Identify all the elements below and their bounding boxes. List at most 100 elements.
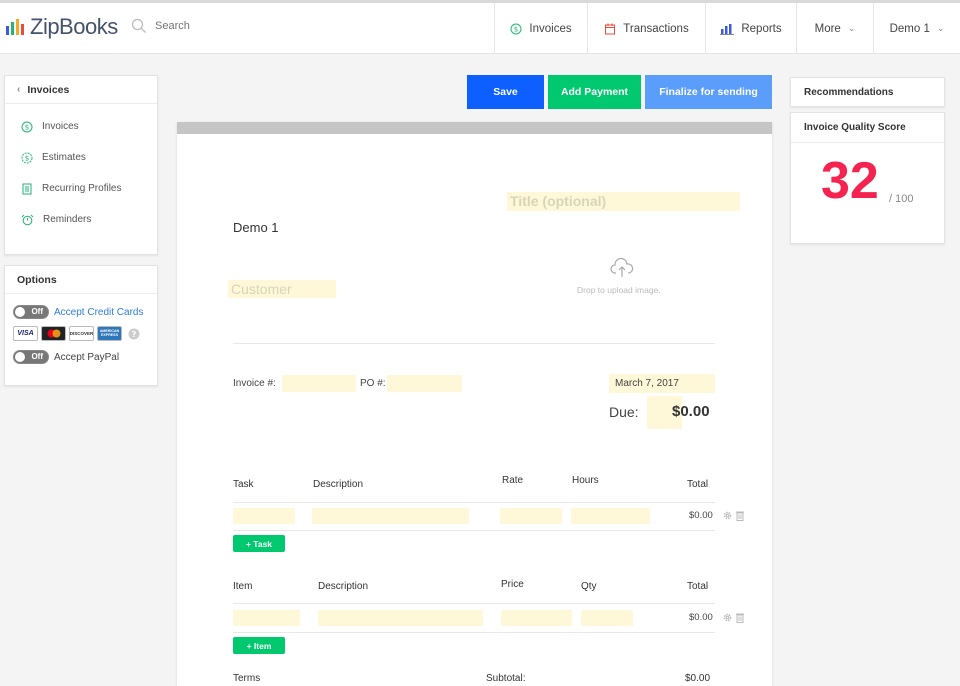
dollar-circle-icon: $: [21, 152, 33, 163]
search-box[interactable]: [131, 18, 275, 34]
sidebar-item-label: Estimates: [42, 152, 86, 163]
rate-header: Rate: [502, 475, 524, 486]
add-item-button[interactable]: + Item: [233, 637, 285, 654]
sidebar-item-estimates[interactable]: $ Estimates: [5, 142, 157, 173]
options-title: Options: [5, 266, 157, 294]
item-header: Item: [233, 581, 253, 592]
qty-field[interactable]: [581, 610, 633, 626]
logo-bars-icon: [6, 19, 24, 35]
trash-icon[interactable]: [735, 612, 745, 623]
save-button[interactable]: Save: [467, 75, 544, 109]
invoices-sidebar: ‹ Invoices $ Invoices $ Estimates Recurr…: [4, 75, 158, 255]
terms-label: Terms: [233, 673, 261, 684]
finalize-button[interactable]: Finalize for sending: [645, 75, 772, 109]
invoice-date: March 7, 2017: [615, 378, 679, 389]
logo-text: ZipBooks: [30, 14, 118, 39]
cloud-upload-icon[interactable]: [610, 258, 634, 278]
task-header: Task: [233, 479, 254, 490]
hours-field[interactable]: [571, 508, 650, 524]
nav-more-label: More: [814, 22, 841, 35]
sidebar-item-recurring-profiles[interactable]: Recurring Profiles: [5, 173, 157, 204]
document-icon: [22, 183, 32, 194]
item-total-header: Total: [687, 581, 709, 592]
nav-transactions[interactable]: Transactions: [587, 3, 705, 54]
dollar-circle-icon: $: [510, 23, 522, 34]
credit-cards-option: Off Accept Credit Cards: [5, 305, 157, 319]
svg-text:?: ?: [132, 330, 137, 339]
item-description-field[interactable]: [318, 610, 483, 626]
task-description-field[interactable]: [312, 508, 469, 524]
subtotal-value: $0.00: [685, 673, 711, 684]
divider: [233, 530, 715, 531]
nav-reports[interactable]: Reports: [705, 3, 796, 54]
chevron-down-icon: ⌄: [847, 23, 856, 33]
search-input[interactable]: [155, 20, 275, 32]
price-field[interactable]: [501, 610, 572, 626]
paypal-option: Off Accept PayPal: [5, 350, 157, 364]
chevron-left-icon: ‹: [17, 84, 21, 95]
svg-text:$: $: [25, 123, 29, 131]
add-task-button[interactable]: + Task: [233, 535, 285, 552]
sidebar-item-reminders[interactable]: Reminders: [5, 204, 157, 235]
nav-more[interactable]: More ⌄: [796, 3, 873, 54]
trash-icon[interactable]: [735, 510, 745, 521]
price-header: Price: [501, 579, 524, 590]
invoice-number-field[interactable]: [282, 375, 356, 392]
invoice-number-label: Invoice #:: [233, 378, 276, 389]
chevron-down-icon: ⌄: [936, 23, 945, 33]
item-field[interactable]: [233, 610, 300, 626]
item-row-total: $0.00: [689, 612, 713, 623]
nav-invoices-label: Invoices: [529, 22, 572, 35]
recommendations-panel[interactable]: Recommendations: [790, 77, 945, 107]
task-description-header: Description: [313, 479, 364, 490]
invoice-document: Title (optional) Demo 1 Customer Drop to…: [177, 122, 772, 686]
top-bar: ZipBooks $ Invoices Transactions Reports…: [0, 0, 960, 54]
nav-account[interactable]: Demo 1 ⌄: [873, 3, 960, 54]
divider: [233, 603, 715, 604]
divider: [233, 343, 715, 344]
nav-invoices[interactable]: $ Invoices: [494, 3, 587, 54]
gear-icon[interactable]: [722, 612, 733, 623]
amex-logo-icon: AMERICAN EXPRESS: [97, 326, 122, 341]
upload-label: Drop to upload image.: [577, 285, 661, 295]
sidebar-item-label: Reminders: [43, 214, 92, 225]
sidebar-item-label: Recurring Profiles: [42, 183, 122, 194]
qty-header: Qty: [581, 581, 597, 592]
add-payment-button[interactable]: Add Payment: [548, 75, 641, 109]
due-label: Due:: [609, 404, 639, 420]
visa-logo-icon: VISA: [13, 326, 38, 341]
main-nav: $ Invoices Transactions Reports More ⌄ D…: [494, 3, 960, 54]
task-field[interactable]: [233, 508, 295, 524]
sidebar-item-invoices[interactable]: $ Invoices: [5, 111, 157, 142]
gear-icon[interactable]: [722, 510, 733, 521]
sidebar-back-label: Invoices: [27, 83, 70, 96]
credit-cards-label[interactable]: Accept Credit Cards: [54, 307, 143, 318]
divider: [233, 632, 715, 633]
divider: [233, 502, 715, 503]
rate-field[interactable]: [500, 508, 562, 524]
task-row-total: $0.00: [689, 510, 713, 521]
po-label: PO #:: [360, 378, 386, 389]
company-name: Demo 1: [233, 220, 279, 235]
item-description-header: Description: [318, 581, 369, 592]
nav-transactions-label: Transactions: [623, 22, 689, 35]
alarm-icon: [21, 214, 34, 225]
svg-text:$: $: [514, 25, 518, 33]
credit-cards-toggle[interactable]: Off: [13, 305, 49, 319]
customer-placeholder: Customer: [231, 281, 292, 297]
dollar-circle-icon: $: [21, 121, 33, 132]
hours-header: Hours: [572, 475, 599, 486]
po-field[interactable]: [387, 375, 462, 392]
help-icon[interactable]: ?: [128, 328, 140, 340]
sidebar-back-link[interactable]: ‹ Invoices: [5, 76, 157, 104]
options-panel: Options Off Accept Credit Cards VISA DIS…: [4, 265, 158, 386]
sidebar-item-label: Invoices: [42, 121, 79, 132]
quality-score-value: 32: [821, 152, 879, 210]
card-logos: VISA DISCOVER AMERICAN EXPRESS ?: [5, 326, 157, 341]
title-placeholder: Title (optional): [510, 193, 607, 209]
paypal-toggle[interactable]: Off: [13, 350, 49, 364]
subtotal-label: Subtotal:: [486, 673, 526, 684]
due-amount: $0.00: [672, 403, 710, 420]
zipbooks-logo[interactable]: ZipBooks: [6, 14, 118, 40]
task-total-header: Total: [687, 479, 709, 490]
